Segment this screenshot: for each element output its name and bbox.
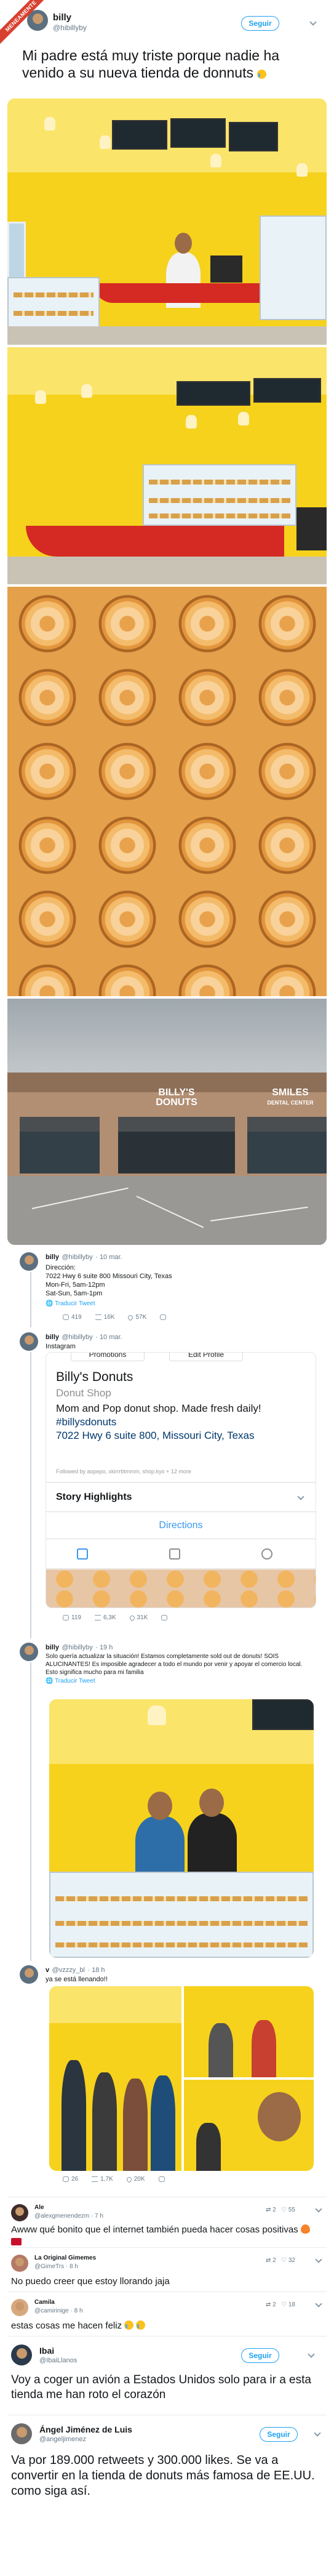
retweet-button[interactable]: 1,7K (92, 2176, 113, 2183)
heart-icon (125, 2175, 133, 2183)
store-sign-smiles: SMILES DENTAL CENTER (267, 1087, 314, 1106)
grid-icon[interactable] (77, 1548, 88, 1560)
message-button[interactable] (160, 1314, 167, 1321)
like-button[interactable]: 31K (128, 1614, 148, 1622)
reply-text: Solo quería actualizar la situación! Est… (46, 1653, 303, 1676)
comment-icon (63, 2176, 69, 2182)
avatar[interactable] (20, 1643, 38, 1661)
reply-text: Dirección: 7022 Hwy 6 suite 800 Missouri… (46, 1264, 172, 1297)
reply-tweet-sold-out[interactable]: billy @hibillyby · 19 h Solo quería actu… (7, 1640, 327, 1960)
mail-icon (158, 2176, 165, 2182)
photo-shop-display[interactable] (7, 347, 327, 584)
comment-stats: ⇄ 2 ♡ 18 (266, 2301, 295, 2308)
photo-storefront[interactable]: BILLY'S DONUTS SMILES DENTAL CENTER (7, 999, 327, 1245)
comment-stats: ⇄ 2 ♡ 32 (266, 2257, 295, 2264)
ig-profile-name: Billy's Donuts (56, 1370, 133, 1384)
chevron-down-icon[interactable] (315, 2256, 322, 2263)
reply-tweet-filling-up[interactable]: v @vzzzy_bl · 18 h ya se está llenando!!… (7, 1963, 327, 2194)
embedded-tweet-angel[interactable]: Ángel Jiménez de Luis @angeljimenez Segu… (7, 2417, 327, 2571)
ig-followed-by[interactable]: Followed by aopepo, xkirrrbtmmm, shop.ky… (56, 1468, 191, 1475)
tagged-icon[interactable] (169, 1548, 180, 1560)
translate-link[interactable]: 🌐 Traducir Tweet (46, 1300, 316, 1307)
profile-icon[interactable] (261, 1548, 272, 1560)
tweet-actions: 419 16K 57K (63, 1313, 167, 1321)
crying-face-icon (124, 2320, 134, 2330)
heart-icon (128, 1614, 136, 1622)
reply-button[interactable]: 26 (63, 2176, 78, 2183)
chevron-down-icon[interactable] (314, 2429, 321, 2437)
instagram-screenshot[interactable]: Promotions Edit Profile Billy's Donuts D… (46, 1352, 316, 1608)
photo-line-inside-store[interactable] (49, 1986, 181, 2171)
tweet-actions: 119 6,3K 31K (63, 1614, 168, 1622)
avatar[interactable] (11, 2423, 32, 2444)
ig-bio: Mom and Pop donut shop. Made fresh daily… (56, 1403, 261, 1441)
comment-item[interactable]: La Original Gimemes @GimeTrs · 8 h ⇄ 2 ♡… (7, 2250, 327, 2289)
reply-button[interactable]: 419 (63, 1314, 82, 1321)
ig-photo-grid[interactable] (46, 1569, 316, 1608)
avatar[interactable] (11, 2204, 28, 2221)
flag-icon (11, 2238, 22, 2245)
like-button[interactable]: 20K (125, 2175, 145, 2183)
avatar[interactable] (20, 1252, 38, 1271)
photo-customers[interactable] (184, 1986, 314, 2077)
comment-icon (63, 1314, 69, 1320)
author-name[interactable]: billy (53, 12, 71, 23)
chevron-down-icon[interactable] (309, 18, 317, 26)
photo-billy-and-dad[interactable] (49, 1699, 314, 1958)
reply-button[interactable]: 119 (63, 1614, 81, 1621)
message-button[interactable] (158, 2176, 165, 2183)
chevron-down-icon[interactable] (315, 2300, 322, 2308)
follow-button[interactable]: Seguir (241, 16, 279, 31)
message-button[interactable] (161, 1614, 168, 1621)
ig-story-highlights[interactable]: Story Highlights (56, 1492, 132, 1503)
chevron-down-icon[interactable] (297, 1493, 304, 1500)
translate-link[interactable]: 🌐 Traducir Tweet (46, 1678, 316, 1684)
retweet-icon (94, 1615, 101, 1620)
avatar[interactable] (20, 1965, 38, 1984)
crying-face-icon (136, 2320, 146, 2330)
retweet-icon (92, 2176, 98, 2182)
author-handle[interactable]: @hibillyby (53, 23, 87, 32)
mail-icon (161, 1615, 168, 1620)
avatar[interactable] (20, 1332, 38, 1351)
comment-stats: ⇄ 2 ♡ 55 (266, 2207, 295, 2213)
comment-item[interactable]: Camila @camirinige · 8 h ⇄ 2 ♡ 18 estas … (7, 2294, 327, 2333)
ig-directions-button[interactable]: Directions (46, 1520, 316, 1531)
reply-tweet-address[interactable]: billy @hibillyby · 10 mar. Dirección: 70… (7, 1250, 327, 1327)
follow-button[interactable]: Seguir (260, 2427, 298, 2442)
retweet-button[interactable]: 16K (95, 1314, 114, 1321)
reply-tweet-instagram[interactable]: billy @hibillyby · 10 mar. Instagram Pro… (7, 1330, 327, 1638)
heart-icon (127, 1313, 135, 1321)
avatar[interactable] (11, 2299, 28, 2316)
ig-category: Donut Shop (56, 1387, 111, 1399)
tweet-actions: 26 1,7K 20K (63, 2175, 165, 2183)
crying-face-icon (257, 70, 267, 79)
avatar[interactable] (11, 2255, 28, 2272)
avatar[interactable] (11, 2345, 32, 2365)
chevron-down-icon[interactable] (315, 2205, 322, 2213)
chevron-down-icon[interactable] (308, 2351, 315, 2358)
like-button[interactable]: 57K (127, 1313, 146, 1321)
face-icon (300, 2224, 310, 2234)
retweet-icon (95, 1314, 101, 1320)
main-tweet-text: Mi padre está muy triste porque nadie ha… (22, 47, 280, 81)
store-sign-billys-donuts: BILLY'S DONUTS (156, 1087, 197, 1108)
mail-icon (160, 1314, 167, 1320)
photo-glazed-donuts[interactable] (7, 587, 327, 996)
retweet-button[interactable]: 6,3K (94, 1614, 116, 1621)
embedded-tweet-ibai[interactable]: Ibai @IbaiLlanos Seguir Voy a coger un a… (7, 2338, 327, 2412)
comment-item[interactable]: Ale @alexgmenendezm · 7 h ⇄ 2 ♡ 55 Awww … (7, 2199, 327, 2245)
follow-button[interactable]: Seguir (241, 2348, 279, 2363)
comment-icon (63, 1615, 69, 1620)
photo-shop-counter[interactable] (7, 99, 327, 345)
photo-customers-selfie[interactable] (184, 2080, 314, 2171)
site-watermark-badge: MENEAMENTE (0, 0, 48, 48)
main-tweet-header: billy @hibillyby Seguir (0, 0, 334, 38)
